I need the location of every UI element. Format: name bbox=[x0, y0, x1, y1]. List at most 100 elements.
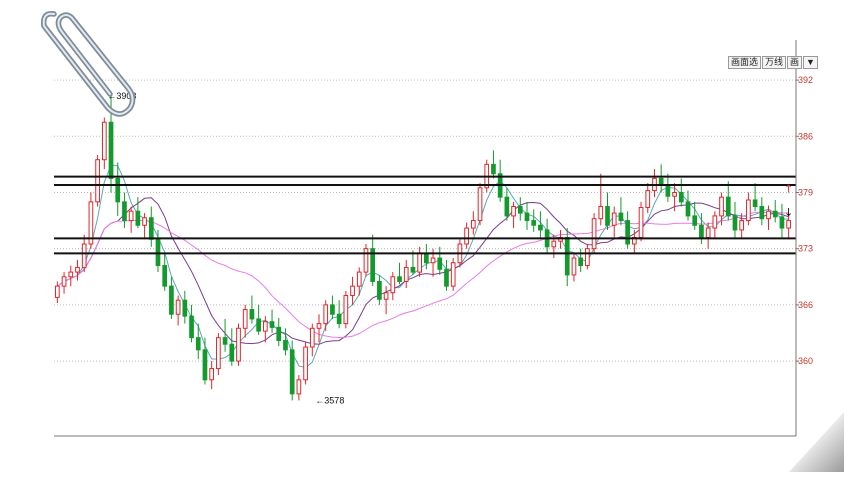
candle-body bbox=[175, 299, 181, 315]
candle-body bbox=[618, 212, 624, 222]
candle-body bbox=[403, 266, 409, 282]
candle-body bbox=[477, 187, 483, 222]
candle-body bbox=[397, 276, 402, 282]
draw-button[interactable]: 画 bbox=[787, 56, 803, 69]
candle-body bbox=[725, 196, 731, 217]
candle-body bbox=[685, 201, 691, 217]
candle-body bbox=[182, 299, 188, 317]
candle-body bbox=[75, 266, 80, 273]
candle-body bbox=[450, 262, 456, 287]
toolbar-menu-button[interactable]: ▼ bbox=[803, 56, 818, 69]
candle-body bbox=[699, 224, 704, 238]
candle-body bbox=[591, 218, 597, 250]
candle-body bbox=[115, 177, 121, 203]
candle-body bbox=[356, 271, 362, 287]
candle-body bbox=[746, 199, 751, 222]
draw-select-button[interactable]: 画面选 bbox=[728, 56, 762, 69]
candle-body bbox=[786, 220, 791, 229]
candle-body bbox=[296, 379, 302, 395]
candle-body bbox=[383, 292, 389, 300]
candle-body bbox=[625, 220, 630, 245]
candle-body bbox=[538, 224, 543, 231]
candle-body bbox=[377, 280, 382, 300]
candle-body bbox=[638, 206, 644, 238]
candle-body bbox=[148, 217, 154, 240]
y-tick-label: 373 bbox=[798, 244, 813, 254]
chart-toolbar: 画面选 万线 画 ▼ bbox=[728, 56, 818, 69]
candle-body bbox=[336, 313, 342, 325]
candle-body bbox=[578, 257, 584, 267]
candle-body bbox=[323, 304, 329, 325]
candle-body bbox=[752, 199, 758, 208]
candle-body bbox=[531, 220, 537, 226]
candle-body bbox=[162, 265, 168, 287]
moving-average-line bbox=[57, 165, 789, 369]
moving-average-line bbox=[57, 197, 789, 345]
candle-body bbox=[195, 337, 201, 351]
candle-body bbox=[350, 285, 355, 297]
candle-body bbox=[61, 276, 67, 287]
down-arrow-icon: ↓ bbox=[784, 206, 793, 219]
candle-body bbox=[108, 121, 114, 179]
candle-body bbox=[256, 318, 261, 332]
candle-body bbox=[343, 295, 349, 325]
candle-body bbox=[645, 190, 651, 208]
paperclip-icon bbox=[40, 11, 136, 117]
candle-body bbox=[759, 206, 765, 220]
candle-body bbox=[470, 220, 476, 229]
candle-body bbox=[739, 220, 745, 231]
moving-average-line bbox=[57, 211, 789, 339]
candle-body bbox=[390, 276, 396, 294]
candle-body bbox=[551, 240, 557, 248]
candle-body bbox=[665, 184, 671, 197]
candle-body bbox=[169, 285, 174, 315]
candle-body bbox=[209, 368, 215, 381]
candle-body bbox=[242, 309, 248, 329]
candle-body bbox=[732, 215, 738, 231]
candle-body bbox=[363, 248, 369, 273]
candle-body bbox=[524, 212, 530, 222]
y-tick-label: 392 bbox=[798, 75, 813, 85]
candle-body bbox=[491, 163, 496, 175]
candle-body bbox=[222, 337, 228, 345]
candle-body bbox=[142, 217, 147, 226]
candle-body bbox=[410, 266, 416, 273]
candle-body bbox=[128, 210, 134, 222]
ten-thousand-lines-button[interactable]: 万线 bbox=[762, 56, 787, 69]
candle-body bbox=[330, 304, 335, 315]
candle-body bbox=[564, 236, 570, 276]
candle-body bbox=[437, 257, 443, 270]
candle-body bbox=[424, 252, 429, 264]
candle-body bbox=[444, 268, 449, 287]
candle-body bbox=[417, 252, 422, 273]
candle-body bbox=[95, 159, 100, 203]
candle-body bbox=[135, 210, 141, 226]
candle-body bbox=[517, 206, 523, 214]
y-tick-label: 366 bbox=[798, 300, 813, 310]
candle-body bbox=[309, 327, 315, 348]
candle-body bbox=[504, 196, 510, 217]
candle-body bbox=[189, 315, 194, 339]
candle-body bbox=[249, 309, 255, 320]
candle-body bbox=[289, 349, 295, 395]
candle-body bbox=[55, 285, 60, 298]
candle-body bbox=[269, 321, 275, 328]
candle-body bbox=[678, 191, 684, 203]
candle-body bbox=[672, 191, 677, 197]
candle-body bbox=[430, 257, 436, 264]
candle-body bbox=[216, 337, 221, 370]
candle-body bbox=[605, 206, 610, 226]
candle-body bbox=[122, 201, 127, 222]
candle-body bbox=[692, 215, 698, 226]
candle-body bbox=[611, 212, 617, 226]
y-tick-label: 360 bbox=[798, 356, 813, 366]
candle-body bbox=[571, 257, 577, 276]
candle-body bbox=[68, 271, 74, 278]
candle-body bbox=[585, 248, 590, 267]
candle-body bbox=[598, 206, 604, 220]
candle-body bbox=[712, 215, 718, 229]
y-tick-label: 379 bbox=[798, 187, 813, 197]
candle-body bbox=[705, 227, 711, 238]
candle-body bbox=[81, 243, 87, 268]
candle-body bbox=[262, 321, 268, 332]
